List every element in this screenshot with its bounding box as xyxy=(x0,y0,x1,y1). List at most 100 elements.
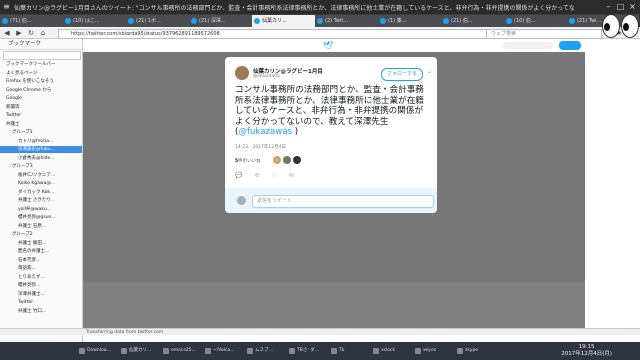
sidebar-item-29[interactable]: 弁護士 竹口... xyxy=(0,308,82,315)
tweet-button[interactable] xyxy=(559,41,581,50)
taskbar-item-8[interactable]: xeyes xyxy=(414,345,458,357)
sidebar-item-8[interactable]: グループ1 xyxy=(0,129,82,136)
sidebar-item-19[interactable]: 弁護士 石原... xyxy=(0,223,82,230)
liker-avatar[interactable] xyxy=(273,156,281,164)
sidebar-item-1[interactable]: よく見るページ xyxy=(0,70,82,77)
sidebar-search-input[interactable] xyxy=(3,51,81,60)
taskbar-item-1[interactable]: 仙葉カリ... xyxy=(120,345,164,357)
twitter-search[interactable] xyxy=(503,42,553,49)
taskbar-item-2[interactable]: emacs25... xyxy=(162,345,206,357)
tab-label: (21) 深澤... xyxy=(199,18,226,24)
right-eye xyxy=(621,14,639,38)
sidebar-item-6[interactable]: Twitter xyxy=(0,112,82,119)
mention-link[interactable]: @fukazawas xyxy=(238,127,292,137)
taskbar-item-4[interactable]: ムスプ... xyxy=(246,345,290,357)
avatar[interactable] xyxy=(235,66,249,80)
sidebar-item-15[interactable]: ダイカック Kok... xyxy=(0,189,82,196)
web-search-input[interactable]: ウェブ検索 xyxy=(486,29,602,39)
sidebar-item-3[interactable]: Google Chrome から xyxy=(0,87,82,94)
likes-summary[interactable]: 5件のいいね xyxy=(235,158,261,164)
window-menu-icon[interactable]: ≡ xyxy=(2,2,11,11)
sidebar-item-17[interactable]: yoll弁@waku... xyxy=(0,206,82,213)
left-eye xyxy=(602,14,620,38)
app-icon xyxy=(415,348,421,354)
sidebar-item-10[interactable]: 深澤諭史@fuku... xyxy=(0,146,82,153)
tweet-text: コンサル事務所の法務部門とか、監査・会計事務所系法律事務所とか、法律事務所に他士… xyxy=(235,85,431,138)
twitter-favicon-icon xyxy=(443,18,449,24)
sidebar-item-7[interactable]: 弁護士 xyxy=(0,121,82,128)
sidebar-item-21[interactable]: 弁護士 飯田... xyxy=(0,240,82,247)
sidebar-item-26[interactable]: 櫻井亮弥... xyxy=(0,282,82,289)
reply-icon[interactable]: 💬 xyxy=(235,172,242,179)
sidebar-item-20[interactable]: グループ2 xyxy=(0,231,82,238)
app-icon xyxy=(331,348,337,354)
sidebar-item-28[interactable]: Twitter xyxy=(0,299,82,306)
twitter-favicon-icon xyxy=(380,18,386,24)
taskbar-item-label: Downloa... xyxy=(87,348,111,353)
app-icon xyxy=(373,348,379,354)
sidebar-header[interactable]: ブックマーク × xyxy=(0,39,82,50)
more-icon[interactable]: ⌄ xyxy=(427,68,432,75)
sidebar-item-5[interactable]: 新聞等 xyxy=(0,104,82,111)
sidebar-item-9[interactable]: カトリ@fnoria... xyxy=(0,138,82,145)
retweet-icon[interactable]: ⟲ xyxy=(254,172,259,179)
sidebar-item-18[interactable]: 櫻井亮弥@gsun... xyxy=(0,214,82,221)
user-handle[interactable]: @sbiarda95 xyxy=(253,74,280,79)
sidebar-item-22[interactable]: 匿名の弁護士... xyxy=(0,248,82,255)
sidebar-item-14[interactable]: Koiko Kgawa@... xyxy=(0,180,82,187)
sidebar-item-23[interactable]: 石本芳彦... xyxy=(0,257,82,264)
reload-icon[interactable]: ↻ xyxy=(26,28,36,38)
taskbar-item-3[interactable]: ~/Volca... xyxy=(204,345,248,357)
tweet-end: ) xyxy=(292,127,299,138)
xeyes-window[interactable] xyxy=(600,14,640,40)
taskbar-item-9[interactable]: skype xyxy=(456,345,500,357)
message-icon[interactable]: ✉ xyxy=(289,172,294,179)
back-icon[interactable]: ◀ xyxy=(2,28,12,38)
sidebar-item-4[interactable]: Google xyxy=(0,95,82,102)
twitter-bird-icon[interactable]: 🕊 xyxy=(323,41,333,50)
maximize-icon[interactable]: □ xyxy=(616,2,625,11)
sidebar-item-13[interactable]: 板井仁/ソクニア... xyxy=(0,172,82,179)
clock[interactable]: 19:15 2017年12月4日(月) xyxy=(561,344,612,358)
twitter-favicon-icon xyxy=(65,18,71,24)
app-icon xyxy=(457,348,463,354)
sidebar-item-11[interactable]: 小倉秀夫@hide... xyxy=(0,155,82,162)
twitter-topbar: 🕊 xyxy=(83,39,585,52)
forward-icon[interactable]: ▶ xyxy=(14,28,24,38)
url-bar[interactable]: https://twitter.com/sbiarda95/status/937… xyxy=(58,29,492,39)
taskbar-item-label: skype xyxy=(465,348,479,353)
sidebar-item-27[interactable]: 深澤弁護士... xyxy=(0,291,82,298)
follow-button[interactable]: フォローする xyxy=(381,68,423,81)
twitter-favicon-icon xyxy=(254,18,260,24)
sidebar-item-12[interactable]: グループ3 xyxy=(0,163,82,170)
sidebar-item-25[interactable]: とりあえず... xyxy=(0,274,82,281)
taskbar-item-5[interactable]: TBさ: ダ... xyxy=(288,345,332,357)
liker-avatar[interactable] xyxy=(293,156,301,164)
taskbar-item-label: emacs25... xyxy=(171,348,196,353)
sidebar-item-16[interactable]: 弁護士 さきたり... xyxy=(0,197,82,204)
app-icon xyxy=(289,348,295,354)
home-icon[interactable]: ⌂ xyxy=(38,28,48,38)
taskbar-item-6[interactable]: Tk xyxy=(330,345,374,357)
taskbar-item-0[interactable]: Downloa... xyxy=(78,345,122,357)
like-icon[interactable]: ♡ xyxy=(271,172,276,179)
app-icon xyxy=(163,348,169,354)
taskbar-item-7[interactable]: xclock xyxy=(372,345,416,357)
right-pupil xyxy=(623,23,629,31)
sidebar-item-24[interactable]: 落語家... xyxy=(0,265,82,272)
close-icon[interactable]: × xyxy=(628,2,637,11)
navigation-bar: ◀ ▶ ↻ ⌂ https://twitter.com/sbiarda95/st… xyxy=(0,27,640,39)
tweet-timestamp[interactable]: 14:23 - 2017年12月4日 xyxy=(235,144,286,150)
tab-label: (1) 藤... xyxy=(388,18,407,24)
minimize-icon[interactable]: – xyxy=(604,2,613,11)
reply-avatar xyxy=(237,196,246,205)
sidebar-item-2[interactable]: Firefox を使いこなそう xyxy=(0,78,82,85)
sidebar-item-0[interactable]: ブックマークツールバー xyxy=(0,61,82,68)
tweet-modal: 仙葉カリン@ラグビー1月目 @sbiarda95 フォローする ⌄ コンサル事務… xyxy=(225,57,437,213)
window-title: 仙葉カリン@ラグビー1月目さんのツイート: "コンサル事務所の法務部門とか、監査… xyxy=(14,5,574,12)
twitter-favicon-icon xyxy=(2,18,8,24)
clock-time: 19:15 xyxy=(578,344,595,350)
reply-input[interactable]: 返信をツイート xyxy=(252,195,434,208)
app-icon xyxy=(205,348,211,354)
liker-avatar[interactable] xyxy=(283,156,291,164)
